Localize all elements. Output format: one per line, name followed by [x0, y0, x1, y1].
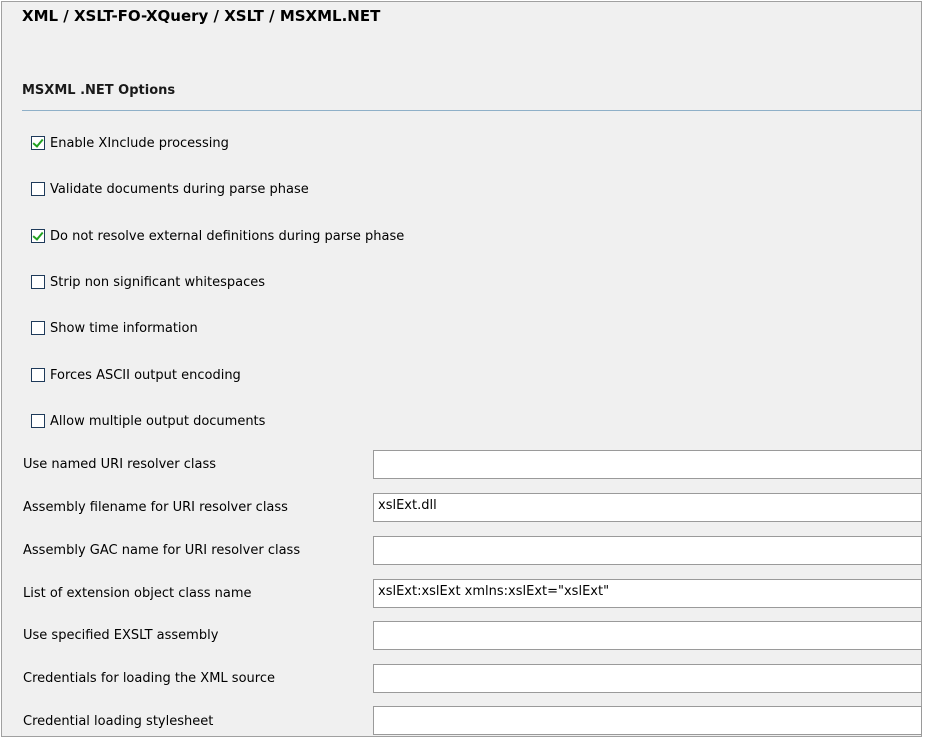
assembly-filename-input[interactable]: xslExt.dll	[373, 493, 922, 522]
checkbox-strip-whitespaces[interactable]: Strip non significant whitespaces	[31, 273, 265, 291]
checkbox-checked-icon[interactable]	[31, 136, 45, 150]
checkbox-unchecked-icon[interactable]	[31, 275, 45, 289]
checkbox-force-ascii[interactable]: Forces ASCII output encoding	[31, 366, 241, 384]
xml-source-credentials-input[interactable]	[373, 664, 922, 693]
checkbox-label: Do not resolve external definitions duri…	[50, 228, 405, 244]
checkbox-no-resolve-external[interactable]: Do not resolve external definitions duri…	[31, 227, 404, 245]
extension-object-class-input[interactable]: xslExt:xslExt xmlns:xslExt="xslExt"	[373, 579, 922, 608]
section-title: MSXML .NET Options	[22, 83, 176, 98]
stylesheet-credential-input[interactable]	[373, 706, 922, 735]
checkbox-unchecked-icon[interactable]	[31, 368, 45, 382]
checkbox-label: Show time information	[50, 320, 198, 336]
exslt-assembly-input[interactable]	[373, 621, 922, 650]
field-label-exslt-assembly: Use specified EXSLT assembly	[23, 628, 219, 643]
field-label-xml-source-credentials: Credentials for loading the XML source	[23, 671, 275, 686]
checkbox-enable-xinclude[interactable]: Enable XInclude processing	[31, 134, 229, 152]
checkbox-checked-icon[interactable]	[31, 229, 45, 243]
checkbox-multiple-outputs[interactable]: Allow multiple output documents	[31, 412, 265, 430]
options-panel: XML / XSLT-FO-XQuery / XSLT / MSXML.NET …	[1, 1, 922, 737]
checkbox-label: Validate documents during parse phase	[50, 181, 309, 197]
field-label-stylesheet-credential: Credential loading stylesheet	[23, 714, 214, 729]
uri-resolver-class-input[interactable]	[373, 450, 922, 479]
field-label-assembly-filename: Assembly filename for URI resolver class	[23, 500, 288, 515]
checkbox-unchecked-icon[interactable]	[31, 321, 45, 335]
assembly-gac-name-input[interactable]	[373, 536, 922, 565]
checkbox-unchecked-icon[interactable]	[31, 182, 45, 196]
field-label-assembly-gac-name: Assembly GAC name for URI resolver class	[23, 543, 301, 558]
field-label-uri-resolver-class: Use named URI resolver class	[23, 457, 217, 472]
section-divider	[22, 110, 921, 111]
checkbox-validate-documents[interactable]: Validate documents during parse phase	[31, 180, 309, 198]
checkbox-label: Enable XInclude processing	[50, 135, 229, 151]
checkbox-show-time[interactable]: Show time information	[31, 319, 198, 337]
checkbox-label: Strip non significant whitespaces	[50, 274, 266, 290]
checkbox-label: Forces ASCII output encoding	[50, 367, 241, 383]
breadcrumb: XML / XSLT-FO-XQuery / XSLT / MSXML.NET	[22, 7, 381, 25]
field-label-extension-object-class: List of extension object class name	[23, 586, 252, 601]
checkbox-label: Allow multiple output documents	[50, 413, 266, 429]
checkbox-unchecked-icon[interactable]	[31, 414, 45, 428]
